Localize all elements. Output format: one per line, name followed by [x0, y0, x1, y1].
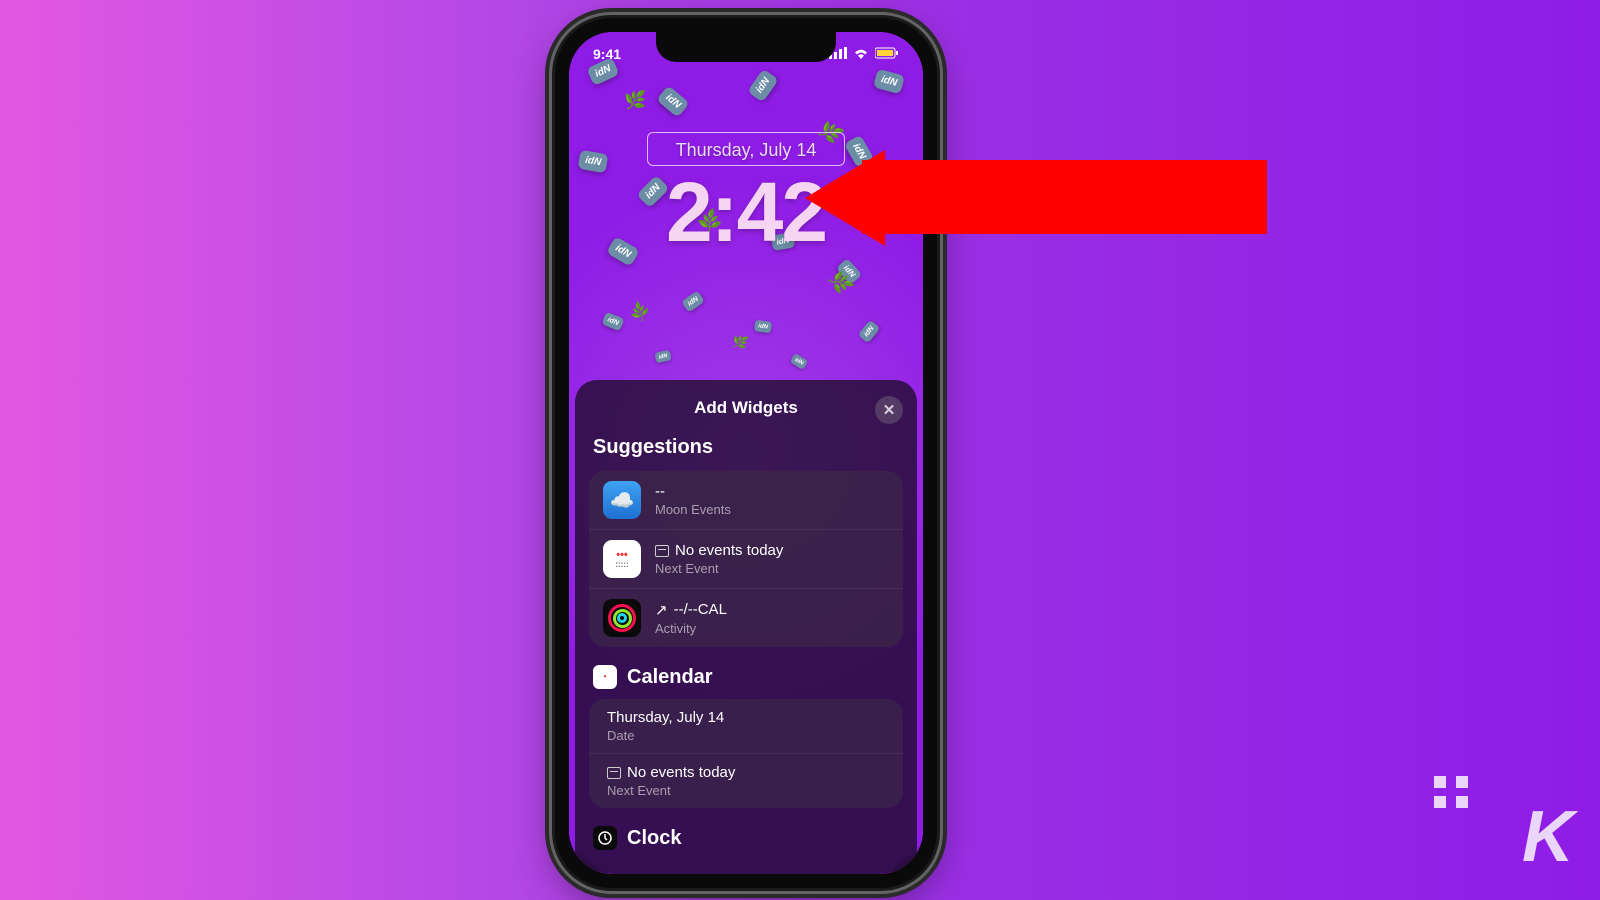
- calendar-date-row[interactable]: Thursday, July 14 Date: [589, 699, 903, 754]
- watermark: K: [1522, 796, 1570, 878]
- weather-icon: ☁️: [603, 481, 641, 519]
- calendar-nextevent-row[interactable]: No events today Next Event: [589, 754, 903, 808]
- annotation-arrow-icon: [805, 150, 885, 246]
- suggestions-card: ☁️ -- Moon Events •••::::: No events tod…: [589, 471, 903, 647]
- status-time: 9:41: [593, 46, 621, 62]
- suggestions-heading: Suggestions: [593, 436, 899, 459]
- suggestion-sub: Next Event: [655, 561, 783, 576]
- add-widgets-sheet: Add Widgets ✕ Suggestions ☁️ -- Moon Eve…: [575, 380, 917, 874]
- calendar-row-sub: Date: [607, 728, 724, 743]
- wifi-icon: [853, 46, 869, 62]
- suggestion-sub: Activity: [655, 621, 727, 636]
- watermark-dots: [1434, 776, 1470, 808]
- calendar-icon: •••:::::: [603, 540, 641, 578]
- calendar-row-title: No events today: [607, 764, 735, 781]
- calendar-glyph-icon: [655, 545, 669, 557]
- suggestion-calendar[interactable]: •••::::: No events today Next Event: [589, 530, 903, 589]
- close-button[interactable]: ✕: [875, 396, 903, 424]
- activity-icon: [603, 599, 641, 637]
- annotation-arrow-body: [862, 160, 1267, 234]
- suggestion-title: No events today: [655, 542, 783, 559]
- suggestion-sub: Moon Events: [655, 502, 731, 517]
- calendar-card: Thursday, July 14 Date No events today N…: [589, 699, 903, 808]
- sheet-title: Add Widgets: [694, 398, 798, 418]
- phone-frame: idN idN idN idN idN idN idN idN idN idN …: [555, 18, 937, 888]
- calendar-glyph-icon: [607, 767, 621, 779]
- clock-section-icon: [593, 826, 617, 850]
- suggestion-weather[interactable]: ☁️ -- Moon Events: [589, 471, 903, 530]
- suggestion-title: --: [655, 483, 731, 500]
- suggestion-activity[interactable]: ↗ --/--CAL Activity: [589, 589, 903, 647]
- notch: [656, 32, 836, 62]
- battery-icon: [875, 46, 899, 62]
- calendar-heading: Calendar: [627, 666, 713, 689]
- calendar-row-title: Thursday, July 14: [607, 709, 724, 726]
- calendar-row-sub: Next Event: [607, 783, 735, 798]
- close-icon: ✕: [883, 401, 896, 419]
- clock-heading: Clock: [627, 827, 681, 850]
- suggestion-title: ↗ --/--CAL: [655, 601, 727, 619]
- arrow-glyph-icon: ↗: [655, 601, 668, 619]
- calendar-section-icon: •: [593, 665, 617, 689]
